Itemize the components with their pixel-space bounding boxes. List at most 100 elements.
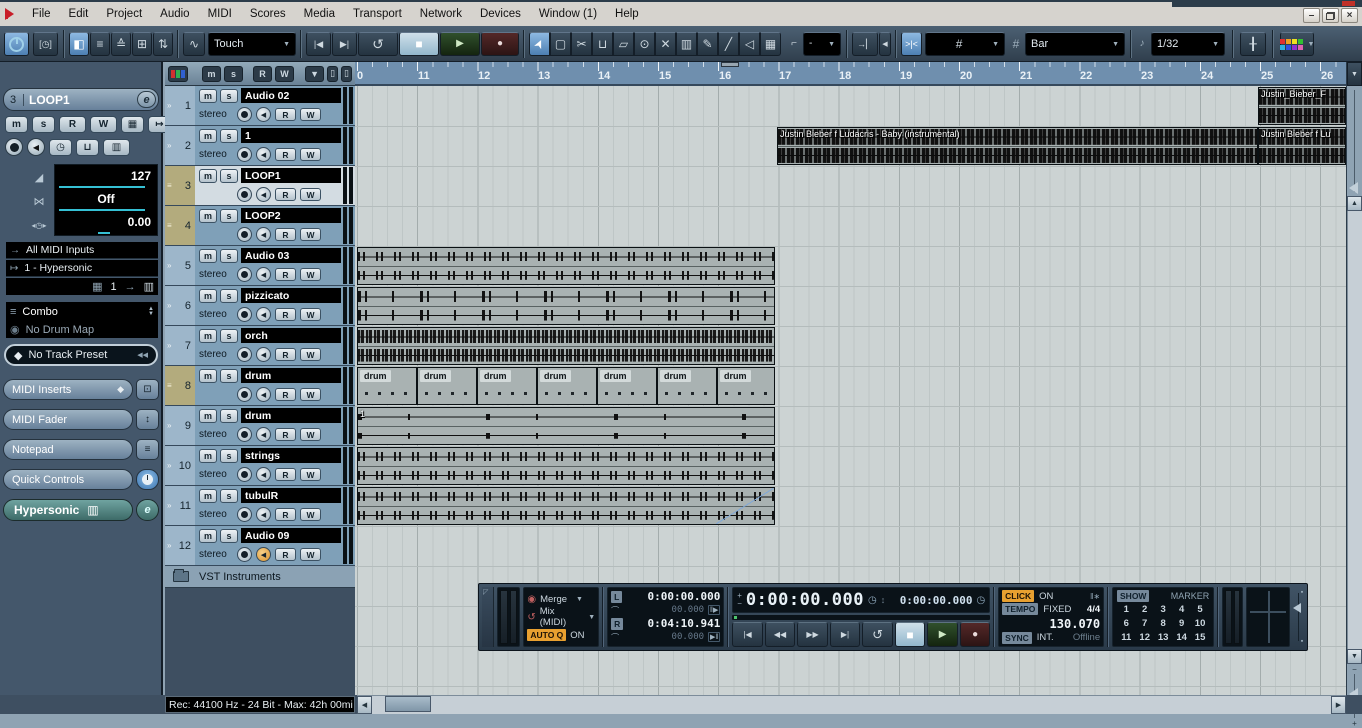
click-badge[interactable]: CLICK [1002,590,1034,602]
solo-button[interactable]: s [220,129,238,143]
minimize-button[interactable]: – [1303,8,1320,23]
track-name[interactable]: LOOP1 [241,168,341,183]
section-notepad[interactable]: Notepad [3,439,133,460]
tempo-row[interactable]: TEMPOFIXED4/4 [1002,603,1100,615]
track-color-cell[interactable]: ≡4 [165,206,195,245]
marker-button[interactable]: 4 [1172,604,1190,615]
nudge-value-select[interactable]: -▼ [803,32,841,56]
zoom-in-label[interactable]: + [1347,719,1362,728]
marker-button[interactable]: 14 [1172,632,1190,643]
scroll-down-button[interactable]: ▼ [1347,649,1362,664]
midi-part-drum[interactable]: drum [477,367,537,405]
left-locator-row[interactable]: L0:00:00.000 [611,590,720,604]
play-audition-tool[interactable]: ◁ [739,32,760,56]
goto-start-button[interactable]: |◀ [732,622,763,647]
solo-button[interactable]: s [220,369,238,383]
forward-button[interactable]: ▶▶ [797,622,828,647]
record-enable-button[interactable] [237,147,252,162]
audio-event-pizzicato[interactable] [357,287,775,325]
write-button[interactable]: W [300,228,321,241]
audio-event-justin-bieber-2[interactable]: Justin Bieber f Lu [1258,127,1346,165]
horizontal-scrollbar-thumb[interactable] [385,696,431,712]
mute-button[interactable]: m [5,116,28,133]
mute-button[interactable]: m [199,89,217,103]
line-tool[interactable]: ╱ [718,32,739,56]
program-selector[interactable]: ≡ Combo ▲▼ [6,302,158,321]
solo-button[interactable]: s [220,249,238,263]
track-name[interactable]: drum [241,408,341,423]
click-pattern-icon[interactable]: ‖∗ [1090,592,1100,601]
lane-display-button[interactable]: ▥ [103,139,130,156]
stop-button[interactable]: ■ [399,32,439,56]
monitor-button[interactable]: ◀ [256,227,271,242]
rewind-button[interactable]: ◀◀ [765,622,796,647]
track-name[interactable]: 1 [241,128,341,143]
write-button[interactable]: W [300,428,321,441]
write-button[interactable]: W [300,388,321,401]
track-row-drum-audio[interactable]: »9 msdrum stereo◀RW [165,406,355,446]
menu-project[interactable]: Project [97,7,151,21]
goto-start-button[interactable]: |◀ [306,32,331,56]
solo-button[interactable]: s [220,449,238,463]
goto-end-button[interactable]: ▶| [830,622,861,647]
mute-button[interactable]: m [199,449,217,463]
autoscroll-button[interactable]: →▏ [852,32,878,56]
section-midi-inserts[interactable]: MIDI Inserts◆ [3,379,133,400]
audio-event-audio03[interactable] [357,247,775,285]
activate-project-button[interactable] [4,32,29,56]
global-mute-button[interactable]: m [202,66,221,82]
solo-button[interactable]: s [220,529,238,543]
menu-midi[interactable]: MIDI [199,7,241,21]
write-button[interactable]: W [300,268,321,281]
cycle-marker-handle[interactable] [721,62,739,67]
mute-button[interactable]: m [199,209,217,223]
cycle-record-mode-select[interactable]: ↺Mix (MIDI)▼ [527,608,595,626]
section-midi-fader[interactable]: MIDI Fader [3,409,133,430]
solo-button[interactable]: s [220,489,238,503]
marker-button[interactable]: 11 [1117,632,1135,643]
snap-mode-select[interactable]: #▼ [925,32,1005,56]
constrain-delay-button[interactable]: [◷] [33,32,58,56]
record-enable-button[interactable] [237,267,252,282]
menu-network[interactable]: Network [411,7,471,21]
track-color-cell[interactable]: »9 [165,406,195,445]
midi-part-drum[interactable]: drum [357,367,417,405]
main-window-close-sliver[interactable] [1342,1,1355,6]
marker-button[interactable]: 15 [1191,632,1209,643]
record-enable-button[interactable] [237,187,252,202]
audio-event-justin-bieber-1[interactable]: Justin_Bieber_F [1258,87,1346,125]
solo-button[interactable]: s [220,409,238,423]
mute-button[interactable]: m [199,409,217,423]
read-button[interactable]: R [275,108,296,121]
mute-button[interactable]: m [199,129,217,143]
pre-roll-row[interactable]: ⌒00.000‖▶ [611,604,720,618]
midi-part-drum[interactable]: drum [417,367,477,405]
time-nudge-buttons[interactable]: +− [737,592,742,608]
show-inspector-toggle[interactable]: ◧ [69,32,89,56]
mute-button[interactable]: m [199,289,217,303]
track-row-loop1-selected[interactable]: ≡3 msLOOP1 ◀RW [165,166,355,206]
track-row-tubulr[interactable]: »11 mstubulR stereo◀RW [165,486,355,526]
global-solo-button[interactable]: s [224,66,243,82]
timewarp-tool[interactable]: ▥ [676,32,697,56]
tempo-mode[interactable]: FIXED [1043,604,1071,615]
write-button[interactable]: W [300,148,321,161]
track-name[interactable]: pizzicato [241,288,341,303]
position-slider[interactable] [732,615,990,620]
monitor-button[interactable]: ◀ [256,387,271,402]
read-button[interactable]: R [275,188,296,201]
write-button[interactable]: W [300,508,321,521]
menu-media[interactable]: Media [295,7,344,21]
punch-in-icon[interactable]: ‖▶ [708,605,720,615]
mute-button[interactable]: m [199,369,217,383]
track-row-1[interactable]: »2 ms1 stereo◀RW [165,126,355,166]
play-button[interactable]: ▶ [927,622,958,647]
record-enable-button[interactable] [237,307,252,322]
solo-button[interactable]: s [220,289,238,303]
solo-button[interactable]: s [220,89,238,103]
track-view-dropdown[interactable]: ▼ [305,66,324,82]
track-color-cell[interactable]: »10 [165,446,195,485]
marker-button[interactable]: 3 [1154,604,1172,615]
midi-part-drum[interactable]: drum [597,367,657,405]
menu-audio[interactable]: Audio [151,7,198,21]
